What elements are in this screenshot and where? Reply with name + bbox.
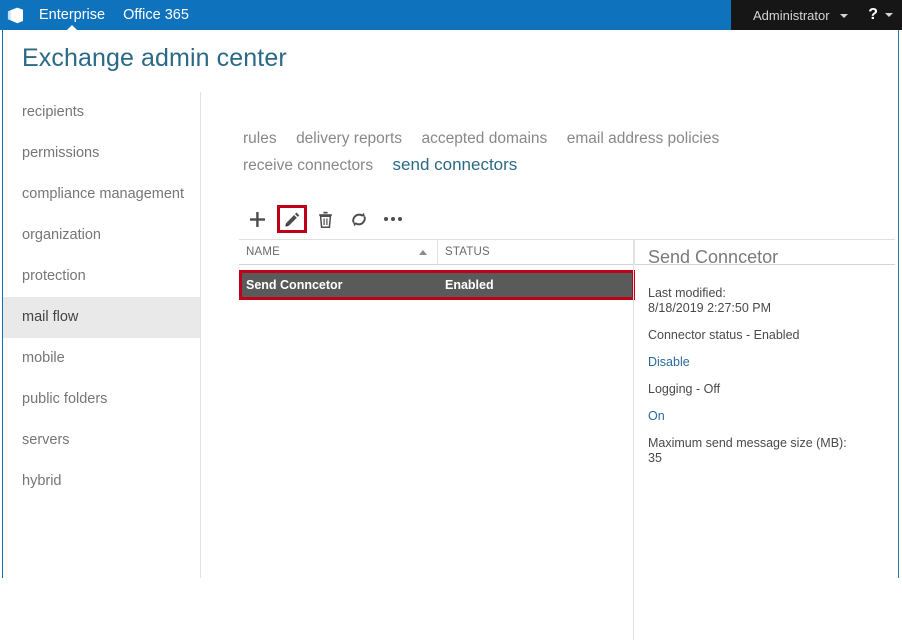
- refresh-button[interactable]: [345, 205, 373, 233]
- sidebar-item-hybrid[interactable]: hybrid: [3, 461, 200, 502]
- suite-bar: Enterprise Office 365 Administrator ?: [0, 0, 902, 30]
- sidebar-item-mobile[interactable]: mobile: [3, 338, 200, 379]
- details-pane: Send Conncetor Last modified: 8/18/2019 …: [648, 247, 896, 478]
- plus-icon: [249, 211, 265, 227]
- suite-bar-right: Administrator ?: [731, 0, 902, 30]
- sidebar-item-label: hybrid: [22, 473, 62, 489]
- sidebar-item-label: organization: [22, 227, 101, 243]
- chevron-down-icon: [884, 13, 893, 17]
- details-logging-on-row: On: [648, 409, 896, 436]
- column-header-label: NAME: [246, 246, 281, 258]
- tab-send-connectors[interactable]: send connectors: [393, 152, 518, 178]
- sidebar-item-label: mail flow: [22, 309, 79, 325]
- details-pane-divider: [633, 239, 634, 640]
- page-frame: Exchange admin center recipients permiss…: [0, 30, 902, 640]
- suite-link-office365[interactable]: Office 365: [114, 0, 198, 30]
- details-last-modified-value: 8/18/2019 2:27:50 PM: [648, 301, 772, 315]
- administrator-menu[interactable]: Administrator: [753, 7, 849, 23]
- sidebar-item-label: protection: [22, 268, 86, 284]
- edit-button[interactable]: [277, 205, 307, 233]
- tab-bar: rules delivery reports accepted domains …: [243, 126, 863, 179]
- sidebar-item-compliance-management[interactable]: compliance management: [3, 174, 200, 215]
- sidebar-item-organization[interactable]: organization: [3, 215, 200, 256]
- ellipsis-icon: [384, 217, 402, 221]
- sidebar-item-label: recipients: [22, 104, 85, 120]
- details-logging-status: Logging - Off: [648, 382, 721, 396]
- trash-icon: [318, 211, 332, 228]
- details-title: Send Conncetor: [648, 247, 779, 267]
- sidebar: recipients permissions compliance manage…: [3, 92, 200, 578]
- refresh-icon: [352, 212, 366, 226]
- sort-ascending-icon: [419, 250, 427, 255]
- office-logo-icon[interactable]: [0, 0, 30, 30]
- details-last-modified-label: Last modified:: [648, 286, 726, 300]
- disable-link[interactable]: Disable: [648, 355, 690, 370]
- delete-button[interactable]: [311, 205, 339, 233]
- content-area: rules delivery reports accepted domains …: [201, 92, 899, 640]
- help-menu[interactable]: ?: [868, 6, 893, 24]
- details-max-send-size: Maximum send message size (MB): 35: [648, 436, 896, 466]
- page-title: Exchange admin center: [22, 44, 287, 72]
- column-header-label: STATUS: [445, 246, 490, 258]
- sidebar-item-servers[interactable]: servers: [3, 420, 200, 461]
- sidebar-item-protection[interactable]: protection: [3, 256, 200, 297]
- table-row[interactable]: Send Conncetor Enabled: [242, 273, 632, 297]
- details-max-send-size-label: Maximum send message size (MB):: [648, 436, 847, 450]
- logging-on-link[interactable]: On: [648, 409, 665, 424]
- suite-link-enterprise[interactable]: Enterprise: [30, 0, 114, 30]
- more-options-button[interactable]: [379, 205, 407, 233]
- tab-email-address-policies[interactable]: email address policies: [567, 126, 720, 152]
- chevron-down-icon: [840, 14, 849, 19]
- pencil-icon: [285, 212, 299, 226]
- sidebar-item-recipients[interactable]: recipients: [3, 92, 200, 133]
- sidebar-item-label: permissions: [22, 145, 100, 161]
- column-header-status[interactable]: STATUS: [438, 239, 635, 265]
- details-connector-status: Connector status - Enabled: [648, 328, 800, 342]
- tab-rules[interactable]: rules: [243, 126, 277, 152]
- sidebar-item-label: public folders: [22, 391, 108, 407]
- sidebar-item-permissions[interactable]: permissions: [3, 133, 200, 174]
- cell-name: Send Conncetor: [246, 278, 343, 292]
- add-button[interactable]: [243, 205, 271, 233]
- details-last-modified: Last modified: 8/18/2019 2:27:50 PM: [648, 286, 896, 316]
- details-max-send-size-value: 35: [648, 451, 662, 465]
- cell-status: Enabled: [445, 278, 494, 292]
- command-toolbar: [243, 204, 413, 234]
- tab-accepted-domains[interactable]: accepted domains: [421, 126, 547, 152]
- help-label: ?: [868, 6, 878, 23]
- tab-receive-connectors[interactable]: receive connectors: [243, 153, 373, 179]
- tab-delivery-reports[interactable]: delivery reports: [296, 126, 402, 152]
- sidebar-item-mail-flow[interactable]: mail flow: [3, 297, 200, 338]
- sidebar-item-public-folders[interactable]: public folders: [3, 379, 200, 420]
- administrator-label: Administrator: [753, 7, 830, 23]
- sidebar-item-label: mobile: [22, 350, 65, 366]
- details-disable-row: Disable: [648, 355, 896, 382]
- column-header-name[interactable]: NAME: [239, 239, 438, 265]
- sidebar-item-label: compliance management: [22, 186, 185, 202]
- sidebar-item-label: servers: [22, 432, 70, 448]
